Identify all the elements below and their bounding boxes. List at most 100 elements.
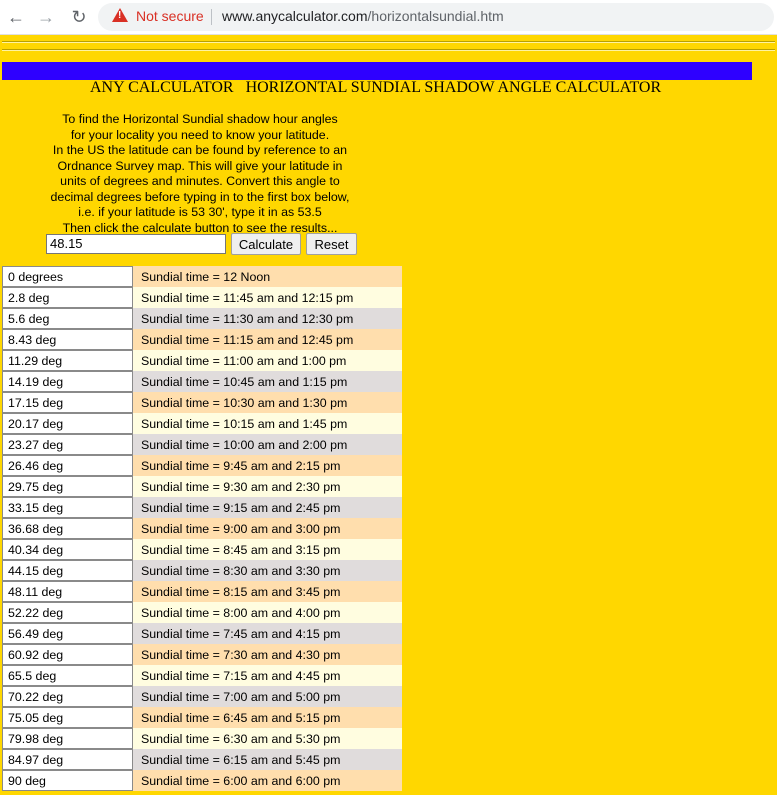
- page-title: ANY CALCULATOR HORIZONTAL SUNDIAL SHADOW…: [90, 79, 662, 96]
- calculate-button[interactable]: Calculate: [231, 233, 301, 255]
- sundial-time-cell: Sundial time = 8:15 am and 3:45 pm: [133, 581, 402, 602]
- table-row: 65.5 deg Sundial time = 7:15 am and 4:45 …: [2, 665, 402, 686]
- table-row: 60.92 deg Sundial time = 7:30 am and 4:30…: [2, 644, 402, 665]
- instruction-line: units of degrees and minutes. Convert th…: [60, 174, 340, 188]
- horizontal-rule: [2, 49, 775, 51]
- sundial-time-cell: Sundial time = 9:30 am and 2:30 pm: [133, 476, 402, 497]
- table-row: 20.17 deg Sundial time = 10:15 am and 1:4…: [2, 413, 402, 434]
- table-row: 44.15 deg Sundial time = 8:30 am and 3:30…: [2, 560, 402, 581]
- table-row: 8.43 deg Sundial time = 11:15 am and 12:4…: [2, 329, 402, 350]
- angle-field[interactable]: 17.15 deg: [2, 392, 133, 413]
- angle-field[interactable]: 11.29 deg: [2, 350, 133, 371]
- angle-field[interactable]: 5.6 deg: [2, 308, 133, 329]
- table-row: 48.11 deg Sundial time = 8:15 am and 3:45…: [2, 581, 402, 602]
- url-host: www.anycalculator.com: [222, 8, 368, 24]
- angle-field[interactable]: 36.68 deg: [2, 518, 133, 539]
- url-path: /horizontalsundial.htm: [367, 8, 504, 24]
- table-row: 17.15 deg Sundial time = 10:30 am and 1:3…: [2, 392, 402, 413]
- sundial-time-cell: Sundial time = 11:15 am and 12:45 pm: [133, 329, 402, 350]
- omnibox-divider: [211, 9, 212, 25]
- address-bar[interactable]: Not secure www.anycalculator.com/horizon…: [98, 3, 774, 31]
- sundial-time-cell: Sundial time = 8:00 am and 4:00 pm: [133, 602, 402, 623]
- angle-field[interactable]: 2.8 deg: [2, 287, 133, 308]
- angle-field[interactable]: 20.17 deg: [2, 413, 133, 434]
- angle-field[interactable]: 23.27 deg: [2, 434, 133, 455]
- warning-icon[interactable]: [112, 8, 128, 22]
- instruction-line: To find the Horizontal Sundial shadow ho…: [62, 112, 338, 126]
- instruction-line: i.e. if your latitude is 53 30', type it…: [78, 205, 322, 219]
- table-row: 29.75 deg Sundial time = 9:30 am and 2:30…: [2, 476, 402, 497]
- table-row: 84.97 deg Sundial time = 6:15 am and 5:45…: [2, 749, 402, 770]
- forward-arrow-icon[interactable]: →: [34, 5, 58, 29]
- url-text[interactable]: www.anycalculator.com/horizontalsundial.…: [222, 8, 504, 24]
- angle-field[interactable]: 8.43 deg: [2, 329, 133, 350]
- angle-field[interactable]: 65.5 deg: [2, 665, 133, 686]
- instruction-line: for your locality you need to know your …: [70, 127, 330, 142]
- sundial-time-cell: Sundial time = 10:15 am and 1:45 pm: [133, 413, 402, 434]
- angle-field[interactable]: 44.15 deg: [2, 560, 133, 581]
- security-label[interactable]: Not secure: [136, 8, 204, 24]
- table-row: 75.05 deg Sundial time = 6:45 am and 5:15…: [2, 707, 402, 728]
- angle-field[interactable]: 48.11 deg: [2, 581, 133, 602]
- sundial-time-cell: Sundial time = 7:00 am and 5:00 pm: [133, 686, 402, 707]
- table-row: 90 deg Sundial time = 6:00 am and 6:00 pm: [2, 770, 402, 791]
- sundial-time-cell: Sundial time = 6:00 am and 6:00 pm: [133, 770, 402, 791]
- sundial-time-cell: Sundial time = 8:45 am and 3:15 pm: [133, 539, 402, 560]
- sundial-time-cell: Sundial time = 9:15 am and 2:45 pm: [133, 497, 402, 518]
- sundial-time-cell: Sundial time = 12 Noon: [133, 266, 402, 287]
- angle-field[interactable]: 90 deg: [2, 770, 133, 791]
- sundial-time-cell: Sundial time = 11:00 am and 1:00 pm: [133, 350, 402, 371]
- table-row: 70.22 deg Sundial time = 7:00 am and 5:00…: [2, 686, 402, 707]
- sundial-time-cell: Sundial time = 10:30 am and 1:30 pm: [133, 392, 402, 413]
- table-row: 52.22 deg Sundial time = 8:00 am and 4:00…: [2, 602, 402, 623]
- sundial-time-cell: Sundial time = 9:00 am and 3:00 pm: [133, 518, 402, 539]
- angle-field[interactable]: 79.98 deg: [2, 728, 133, 749]
- results-table: 0 degrees Sundial time = 12 Noon 2.8 deg Su…: [2, 266, 402, 791]
- instruction-line: Ordnance Survey map. This will give your…: [57, 158, 343, 173]
- instruction-line: decimal degrees before typing in to the …: [50, 189, 350, 204]
- sundial-time-cell: Sundial time = 9:45 am and 2:15 pm: [133, 455, 402, 476]
- sundial-time-cell: Sundial time = 6:15 am and 5:45 pm: [133, 749, 402, 770]
- angle-field[interactable]: 40.34 deg: [2, 539, 133, 560]
- instructions: To find the Horizontal Sundial shadow ho…: [40, 112, 360, 236]
- angle-field[interactable]: 60.92 deg: [2, 644, 133, 665]
- sundial-time-cell: Sundial time = 10:00 am and 2:00 pm: [133, 434, 402, 455]
- table-row: 5.6 deg Sundial time = 11:30 am and 12:30…: [2, 308, 402, 329]
- table-row: 26.46 deg Sundial time = 9:45 am and 2:15…: [2, 455, 402, 476]
- table-row: 56.49 deg Sundial time = 7:45 am and 4:15…: [2, 623, 402, 644]
- table-row: 79.98 deg Sundial time = 6:30 am and 5:30…: [2, 728, 402, 749]
- angle-field[interactable]: 26.46 deg: [2, 455, 133, 476]
- table-row: 0 degrees Sundial time = 12 Noon: [2, 266, 402, 287]
- sundial-time-cell: Sundial time = 6:45 am and 5:15 pm: [133, 707, 402, 728]
- sundial-time-cell: Sundial time = 10:45 am and 1:15 pm: [133, 371, 402, 392]
- sundial-time-cell: Sundial time = 11:45 am and 12:15 pm: [133, 287, 402, 308]
- horizontal-rule: [2, 41, 775, 43]
- header-bar: [2, 62, 752, 80]
- angle-field[interactable]: 52.22 deg: [2, 602, 133, 623]
- angle-field[interactable]: 0 degrees: [2, 266, 133, 287]
- table-row: 36.68 deg Sundial time = 9:00 am and 3:00…: [2, 518, 402, 539]
- back-arrow-icon[interactable]: ←: [4, 5, 28, 29]
- sundial-time-cell: Sundial time = 8:30 am and 3:30 pm: [133, 560, 402, 581]
- angle-field[interactable]: 29.75 deg: [2, 476, 133, 497]
- angle-field[interactable]: 14.19 deg: [2, 371, 133, 392]
- angle-field[interactable]: 84.97 deg: [2, 749, 133, 770]
- table-row: 33.15 deg Sundial time = 9:15 am and 2:45…: [2, 497, 402, 518]
- angle-field[interactable]: 33.15 deg: [2, 497, 133, 518]
- sundial-time-cell: Sundial time = 11:30 am and 12:30 pm: [133, 308, 402, 329]
- table-row: 2.8 deg Sundial time = 11:45 am and 12:15…: [2, 287, 402, 308]
- reset-button[interactable]: Reset: [306, 233, 357, 255]
- table-row: 14.19 deg Sundial time = 10:45 am and 1:1…: [2, 371, 402, 392]
- table-row: 40.34 deg Sundial time = 8:45 am and 3:15…: [2, 539, 402, 560]
- sundial-time-cell: Sundial time = 7:30 am and 4:30 pm: [133, 644, 402, 665]
- reload-icon[interactable]: ↻: [67, 5, 91, 29]
- angle-field[interactable]: 75.05 deg: [2, 707, 133, 728]
- instruction-line: In the US the latitude can be found by r…: [52, 143, 348, 157]
- table-row: 11.29 deg Sundial time = 11:00 am and 1:0…: [2, 350, 402, 371]
- latitude-input[interactable]: [46, 234, 226, 254]
- sundial-time-cell: Sundial time = 7:15 am and 4:45 pm: [133, 665, 402, 686]
- table-row: 23.27 deg Sundial time = 10:00 am and 2:0…: [2, 434, 402, 455]
- sundial-time-cell: Sundial time = 6:30 am and 5:30 pm: [133, 728, 402, 749]
- angle-field[interactable]: 56.49 deg: [2, 623, 133, 644]
- angle-field[interactable]: 70.22 deg: [2, 686, 133, 707]
